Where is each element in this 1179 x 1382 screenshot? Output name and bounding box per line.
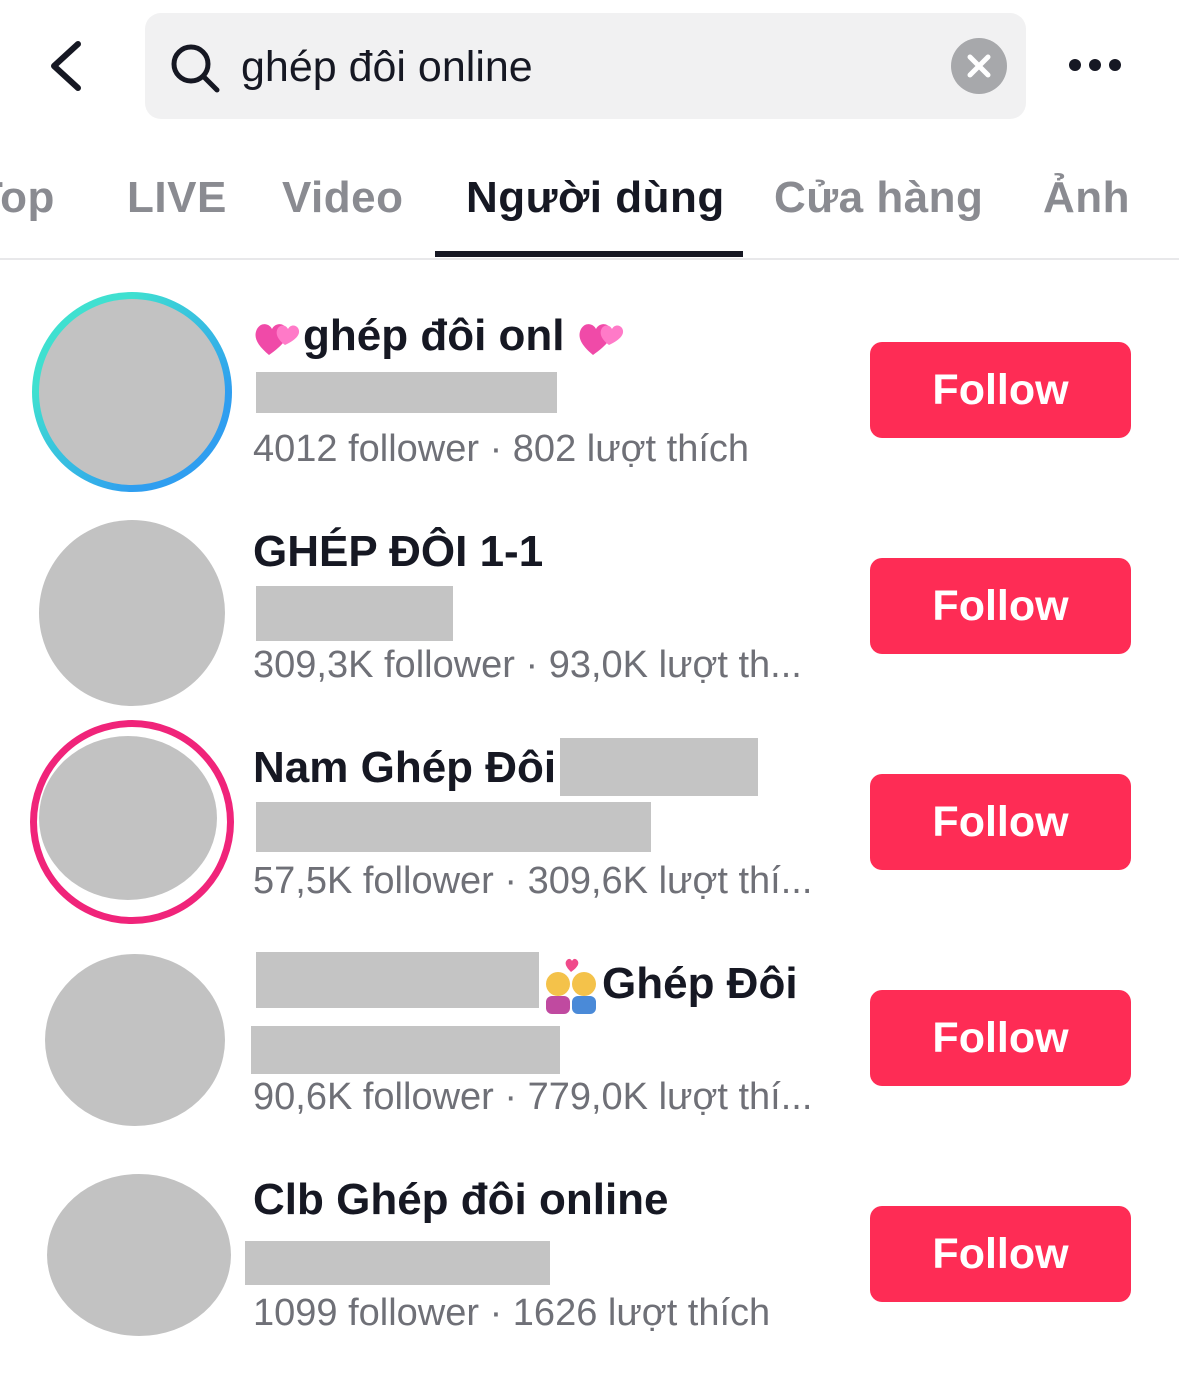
avatar[interactable]	[47, 1174, 231, 1336]
user-name: Clb Ghép đôi online	[253, 1175, 669, 1224]
couple-emoji	[546, 959, 596, 1015]
follow-button[interactable]: Follow	[870, 342, 1131, 438]
tab-live[interactable]: LIVE	[127, 170, 227, 226]
redacted-name-part	[256, 952, 539, 1008]
user-name: Nam Ghép Đôi	[253, 743, 557, 792]
close-icon	[967, 54, 991, 78]
tab-top[interactable]: Top	[0, 170, 55, 226]
heart-sparkle-emoji	[255, 324, 300, 356]
redacted-name-part	[560, 738, 758, 796]
top-bar: ghép đôi online	[0, 0, 1179, 130]
redacted-username	[256, 802, 651, 852]
follow-button[interactable]: Follow	[870, 774, 1131, 870]
user-stats: 1099 follower · 1626 lượt thích	[253, 1292, 771, 1334]
back-button[interactable]	[40, 36, 100, 96]
search-bar[interactable]: ghép đôi online	[145, 13, 1026, 119]
avatar[interactable]	[39, 299, 225, 485]
follow-button[interactable]: Follow	[870, 1206, 1131, 1302]
follow-button[interactable]: Follow	[870, 558, 1131, 654]
tab-shop[interactable]: Cửa hàng	[774, 170, 983, 226]
avatar[interactable]	[39, 736, 217, 900]
list-item[interactable]: Nam Ghép Đôi 57,5K follower · 309,6K lượ…	[0, 716, 1179, 932]
list-item[interactable]: GHÉP ĐÔI 1-1 309,3K follower · 93,0K lượ…	[0, 500, 1179, 716]
redacted-username	[256, 586, 453, 641]
user-stats: 90,6K follower · 779,0K lượt thí...	[253, 1076, 813, 1118]
redacted-username	[251, 1026, 560, 1074]
list-item[interactable]: Ghép Đôi 90,6K follower · 779,0K lượt th…	[0, 932, 1179, 1148]
user-stats: 309,3K follower · 93,0K lượt th...	[253, 644, 802, 686]
redacted-username	[245, 1241, 550, 1285]
search-input[interactable]: ghép đôi online	[241, 41, 533, 93]
user-name: ghép đôi onl	[253, 308, 627, 364]
list-item[interactable]: ghép đôi onl 4012 follower · 802 lượt th…	[0, 284, 1179, 500]
more-options-button[interactable]	[1065, 50, 1125, 80]
tab-users[interactable]: Người dùng	[466, 170, 725, 226]
search-icon	[171, 44, 220, 93]
active-tab-indicator	[435, 251, 743, 257]
user-name: Ghép Đôi	[540, 956, 798, 1015]
user-stats: 57,5K follower · 309,6K lượt thí...	[253, 860, 813, 902]
follow-button[interactable]: Follow	[870, 990, 1131, 1086]
heart-sparkle-emoji	[579, 324, 623, 356]
search-tabs: Top LIVE Video Người dùng Cửa hàng Ảnh	[0, 130, 1179, 260]
tab-video[interactable]: Video	[282, 170, 404, 226]
clear-search-button[interactable]	[951, 38, 1007, 94]
redacted-username	[256, 372, 557, 413]
avatar[interactable]	[39, 520, 225, 706]
avatar[interactable]	[45, 954, 225, 1126]
back-arrow-icon	[51, 41, 81, 91]
more-dots-icon	[1069, 59, 1121, 71]
list-item[interactable]: Clb Ghép đôi online 1099 follower · 1626…	[0, 1148, 1179, 1364]
user-stats: 4012 follower · 802 lượt thích	[253, 428, 750, 470]
tab-photos[interactable]: Ảnh	[1043, 170, 1130, 226]
user-name: GHÉP ĐÔI 1-1	[253, 527, 544, 576]
